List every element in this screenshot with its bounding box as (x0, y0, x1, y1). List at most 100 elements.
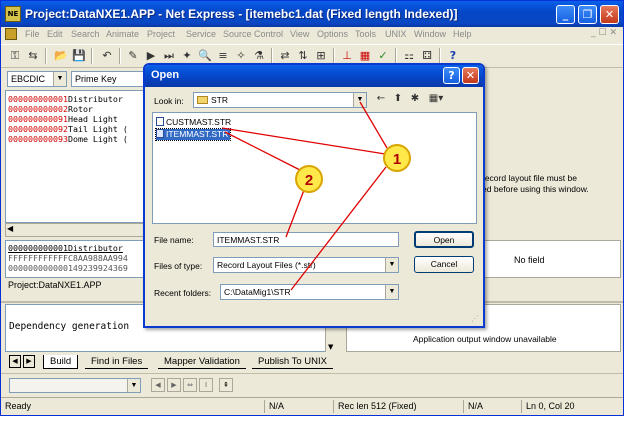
recent-folders-value: C:\DataMig1\STR (224, 287, 291, 297)
chevron-down-icon[interactable]: ▼ (127, 379, 140, 392)
window-title: Project:DataNXE1.APP - Net Express - [it… (25, 7, 458, 21)
file-list[interactable]: CUSTMAST.STR ITEMMAST.STR (152, 112, 477, 224)
maximize-button[interactable]: ❐ (578, 5, 597, 24)
status-bar: Ready N/A Rec len 512 (Fixed) N/A Ln 0, … (1, 397, 623, 415)
open-folder-icon[interactable]: 📂 (53, 48, 69, 64)
file-name-input[interactable]: ITEMMAST.STR (213, 232, 399, 247)
expand-icon[interactable]: ⇔ (183, 378, 197, 392)
project-tab[interactable]: Project:DataNXE1.APP (5, 279, 147, 293)
menu-file[interactable]: File (25, 29, 40, 39)
up-folder-icon[interactable]: ⬆ (391, 92, 405, 106)
record-line[interactable]: 000000000091Head Light (8, 114, 118, 124)
tab-prev-icon[interactable]: ◀ (9, 355, 21, 368)
field-icon[interactable]: ⊥ (339, 48, 355, 64)
hex-line: 000000000000149239924369 (8, 263, 128, 273)
dialog-close-button[interactable]: ✕ (462, 67, 479, 84)
close-button[interactable]: ✕ (600, 5, 619, 24)
jump-top-icon[interactable]: ⇞ (219, 378, 233, 392)
tab-build[interactable]: Build (43, 355, 79, 369)
tab-publish-to-unix[interactable]: Publish To UNIX (252, 355, 333, 369)
undo-icon[interactable]: ↶ (99, 48, 115, 64)
tab-mapper-validation[interactable]: Mapper Validation (158, 355, 246, 369)
check-icon[interactable]: ✓ (375, 48, 391, 64)
structure-icon[interactable]: ⊞ (313, 48, 329, 64)
menu-search[interactable]: Search (71, 29, 100, 39)
key-icon[interactable]: ⚿ (7, 48, 23, 64)
grid-icon[interactable]: ▦ (357, 48, 373, 64)
tab-find-in-files[interactable]: Find in Files (85, 355, 149, 369)
key-value: Prime Key (75, 74, 117, 84)
file-item[interactable]: CUSTMAST.STR (156, 117, 233, 128)
chevron-down-icon[interactable]: ▼ (385, 258, 398, 272)
animate-icon[interactable]: ✧ (233, 48, 249, 64)
menu-bar: File Edit Search Animate Project Service… (1, 27, 623, 43)
menu-view[interactable]: View (290, 29, 309, 39)
toolbar-separator (45, 48, 47, 64)
compare-icon[interactable]: ⇄ (277, 48, 293, 64)
context-help-icon[interactable]: ? (445, 48, 461, 64)
look-in-select[interactable]: STR ▼ (193, 92, 367, 108)
new-folder-icon[interactable]: ✱ (408, 92, 422, 106)
help-button[interactable]: ? (443, 67, 460, 84)
encoding-value: EBCDIC (11, 74, 46, 84)
command-combo[interactable]: ▼ (9, 378, 141, 393)
hex-line: 000000000001Distributor (8, 243, 123, 253)
prev-icon[interactable]: ◀ (151, 378, 165, 392)
step-icon[interactable]: ▶ (143, 48, 159, 64)
scroll-down-icon[interactable]: ▼ (328, 343, 333, 351)
document-icon[interactable] (5, 28, 17, 40)
menu-source-control[interactable]: Source Control (223, 29, 283, 39)
back-icon[interactable]: ← (374, 92, 388, 106)
menu-help[interactable]: Help (453, 29, 472, 39)
open-dialog: Open ? ✕ Look in: STR ▼ ← ⬆ ✱ ▦▾ CUSTMAS… (143, 63, 485, 328)
wand-icon[interactable]: ✦ (179, 48, 195, 64)
layout-icon[interactable]: ⚏ (401, 48, 417, 64)
save-icon[interactable]: 💾 (71, 48, 87, 64)
zoom-icon[interactable]: 🔍 (197, 48, 213, 64)
hex-view[interactable]: 000000000001Distributor FFFFFFFFFFFFC8AA… (5, 240, 147, 278)
cancel-button[interactable]: Cancel (414, 256, 474, 273)
record-line[interactable]: 000000000001Distributor (8, 94, 123, 104)
menu-animate[interactable]: Animate (106, 29, 139, 39)
run-icon[interactable]: ⏭ (161, 48, 177, 64)
chevron-down-icon[interactable]: ▼ (53, 72, 66, 86)
view-menu-icon[interactable]: ▦▾ (425, 92, 447, 106)
open-button[interactable]: Open (414, 231, 474, 248)
menu-window[interactable]: Window (414, 29, 446, 39)
convert-icon[interactable]: ⇅ (295, 48, 311, 64)
menu-unix[interactable]: UNIX (385, 29, 407, 39)
files-of-type-select[interactable]: Record Layout Files (*.str) ▼ (213, 257, 399, 273)
recent-folders-select[interactable]: C:\DataMig1\STR ▼ (220, 284, 399, 300)
record-line[interactable]: 000000000093Dome Light ( (8, 134, 128, 144)
insert-icon[interactable]: I (199, 378, 213, 392)
chevron-down-icon[interactable]: ▼ (385, 285, 398, 299)
menu-service[interactable]: Service (186, 29, 216, 39)
menu-options[interactable]: Options (317, 29, 348, 39)
status-rec-len: Rec len 512 (Fixed) (338, 401, 417, 411)
horizontal-scrollbar[interactable]: ◀ (5, 223, 147, 237)
tiles-icon[interactable]: ⚃ (419, 48, 435, 64)
tab-next-icon[interactable]: ▶ (23, 355, 35, 368)
hex-line: FFFFFFFFFFFFC8AA988AA994 (8, 253, 128, 263)
menu-edit[interactable]: Edit (47, 29, 63, 39)
pen-icon[interactable]: ✎ (125, 48, 141, 64)
menu-project[interactable]: Project (147, 29, 175, 39)
mdi-window-controls[interactable]: _ ☐ ✕ (591, 28, 617, 38)
next-icon[interactable]: ▶ (167, 378, 181, 392)
scroll-left-icon[interactable]: ◀ (7, 224, 13, 233)
link-icon[interactable]: ⇆ (25, 48, 41, 64)
filter-icon[interactable]: ≡ (215, 48, 231, 64)
record-editor[interactable]: 000000000001Distributor 000000000002Roto… (5, 90, 147, 223)
minimize-button[interactable]: _ (556, 5, 575, 24)
toolbar-separator (395, 48, 397, 64)
encoding-select[interactable]: EBCDIC ▼ (7, 71, 67, 87)
resize-grip-icon[interactable]: ⋰ (471, 314, 481, 324)
record-line[interactable]: 000000000092Tail Light ( (8, 124, 128, 134)
debug-icon[interactable]: ⚗ (251, 48, 267, 64)
menu-tools[interactable]: Tools (355, 29, 376, 39)
look-in-value: STR (211, 95, 228, 105)
chevron-down-icon[interactable]: ▼ (353, 93, 366, 107)
file-item-selected[interactable]: ITEMMAST.STR (154, 128, 232, 141)
record-line[interactable]: 000000000002Rotor (8, 104, 93, 114)
key-select[interactable]: Prime Key (71, 71, 151, 87)
